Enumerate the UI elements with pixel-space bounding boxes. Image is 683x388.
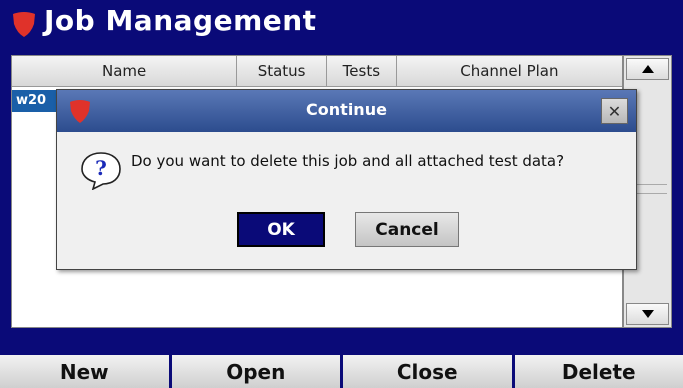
column-header-tests[interactable]: Tests xyxy=(327,56,397,86)
dialog-close-button[interactable]: ✕ xyxy=(601,98,628,124)
ok-button[interactable]: OK xyxy=(237,212,325,247)
open-button[interactable]: Open xyxy=(171,355,340,388)
logo-shield-icon xyxy=(13,12,35,37)
column-header-name[interactable]: Name xyxy=(12,56,238,86)
new-button[interactable]: New xyxy=(0,355,169,388)
delete-button[interactable]: Delete xyxy=(514,355,683,388)
table-row[interactable]: w20 xyxy=(12,90,58,112)
dialog-message: Do you want to delete this job and all a… xyxy=(131,152,565,170)
triangle-up-icon xyxy=(641,65,654,73)
close-button[interactable]: Close xyxy=(343,355,512,388)
scroll-up-button[interactable] xyxy=(626,58,669,80)
svg-text:?: ? xyxy=(95,156,107,180)
close-icon: ✕ xyxy=(607,101,622,121)
column-header-status[interactable]: Status xyxy=(237,56,327,86)
cancel-button[interactable]: Cancel xyxy=(355,212,459,247)
table-header: Name Status Tests Channel Plan xyxy=(12,56,622,87)
dialog-title-bar[interactable]: Continue ✕ xyxy=(57,90,636,132)
triangle-down-icon xyxy=(641,310,654,318)
page-title: Job Management xyxy=(44,4,317,37)
dialog-title: Continue xyxy=(306,100,387,119)
scroll-down-button[interactable] xyxy=(626,303,669,325)
status-strip xyxy=(0,330,683,352)
confirm-dialog: Continue ✕ ? Do you want to delete this … xyxy=(56,89,637,270)
question-icon: ? xyxy=(81,152,121,190)
column-header-channel-plan[interactable]: Channel Plan xyxy=(397,56,622,86)
function-key-bar: New Open Close Delete xyxy=(0,355,683,388)
title-bar: Job Management xyxy=(0,0,683,46)
